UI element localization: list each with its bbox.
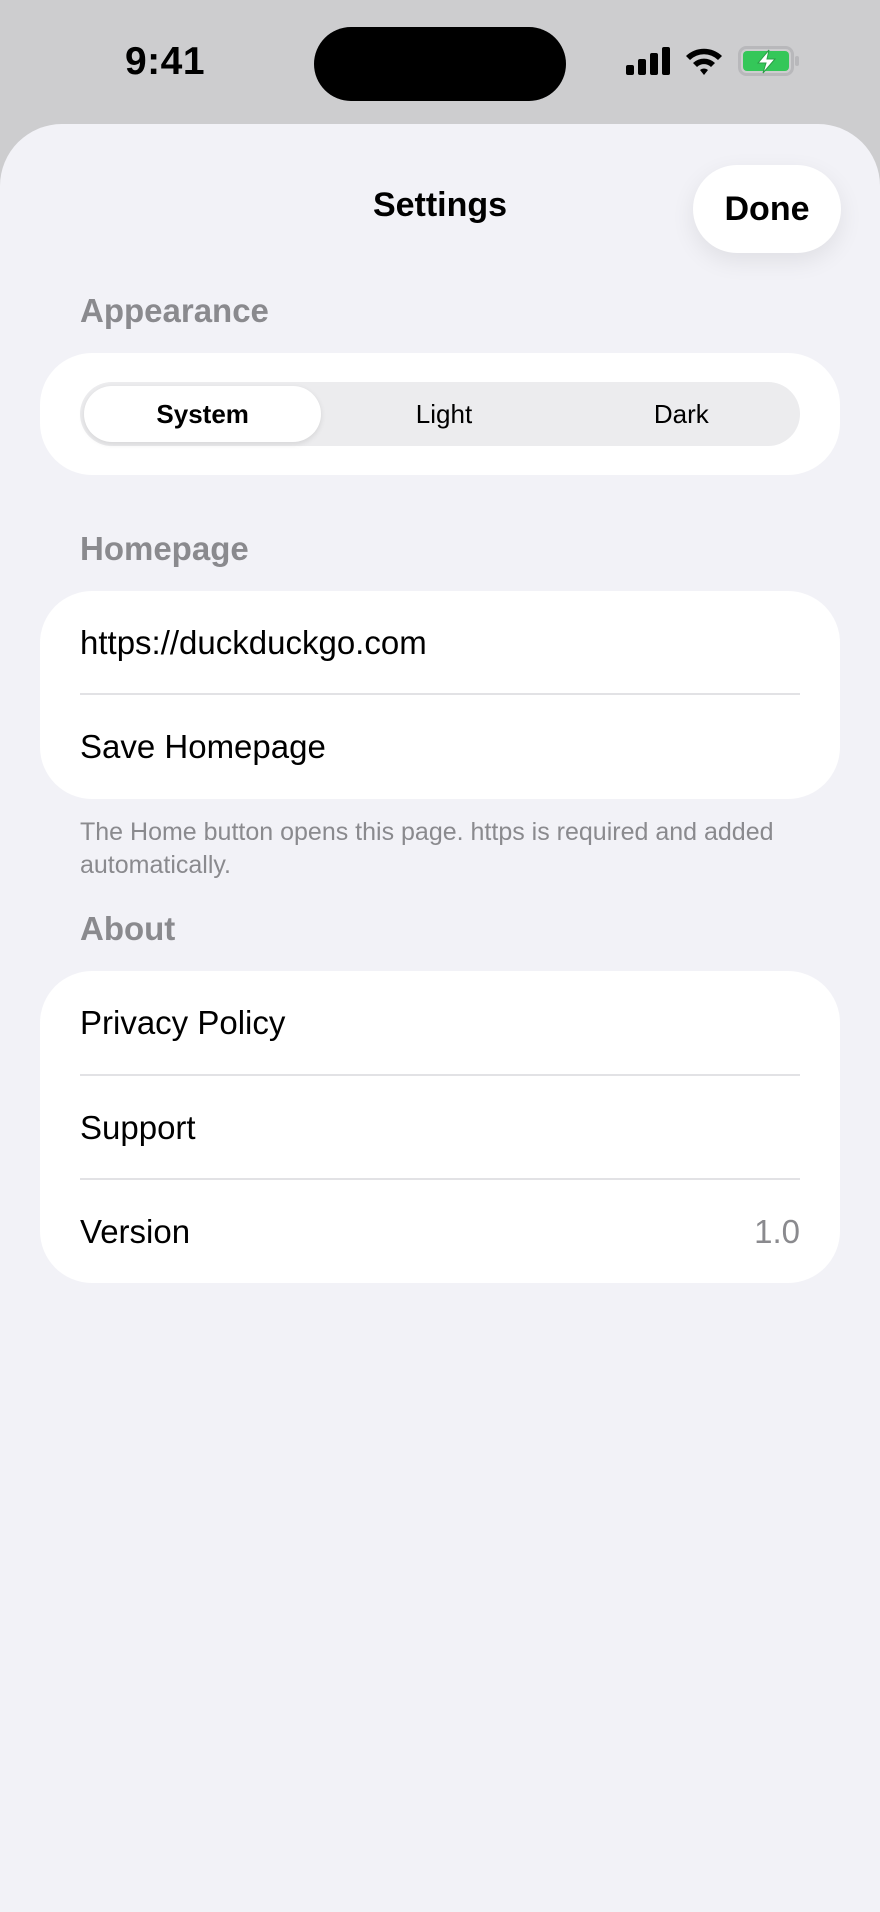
segment-dark[interactable]: Dark <box>563 382 800 446</box>
wifi-icon <box>684 46 724 76</box>
support-row[interactable]: Support <box>80 1076 800 1179</box>
signal-icon <box>626 47 670 75</box>
about-section-header: About <box>80 910 176 947</box>
support-label: Support <box>80 1108 196 1146</box>
version-row: Version 1.0 <box>80 1180 800 1283</box>
homepage-footnote: The Home button opens this page. https i… <box>80 818 774 879</box>
dynamic-island <box>314 27 566 101</box>
about-card: Privacy Policy Support Version 1.0 <box>40 971 840 1283</box>
homepage-card: https://duckduckgo.com Save Homepage <box>40 591 840 799</box>
appearance-segmented-control: System Light Dark <box>80 382 800 446</box>
status-bar: 9:41 <box>0 0 880 124</box>
status-icons <box>626 46 800 76</box>
save-homepage-button[interactable]: Save Homepage <box>80 695 800 798</box>
appearance-card: System Light Dark <box>40 353 840 475</box>
homepage-url-field[interactable]: https://duckduckgo.com <box>80 591 800 694</box>
save-homepage-label: Save Homepage <box>80 727 326 765</box>
segment-system[interactable]: System <box>84 386 322 442</box>
version-value: 1.0 <box>754 1212 800 1250</box>
status-time: 9:41 <box>124 40 206 83</box>
battery-charging-icon <box>738 46 800 76</box>
settings-sheet: Settings Done Appearance System Light Da… <box>0 124 880 1912</box>
privacy-policy-label: Privacy Policy <box>80 1003 286 1041</box>
version-label: Version <box>80 1212 191 1250</box>
homepage-url-value: https://duckduckgo.com <box>80 623 427 661</box>
done-button[interactable]: Done <box>693 165 841 253</box>
homepage-section-header: Homepage <box>80 530 249 567</box>
appearance-section-header: Appearance <box>80 292 269 329</box>
segment-light[interactable]: Light <box>325 382 562 446</box>
privacy-policy-row[interactable]: Privacy Policy <box>80 971 800 1074</box>
